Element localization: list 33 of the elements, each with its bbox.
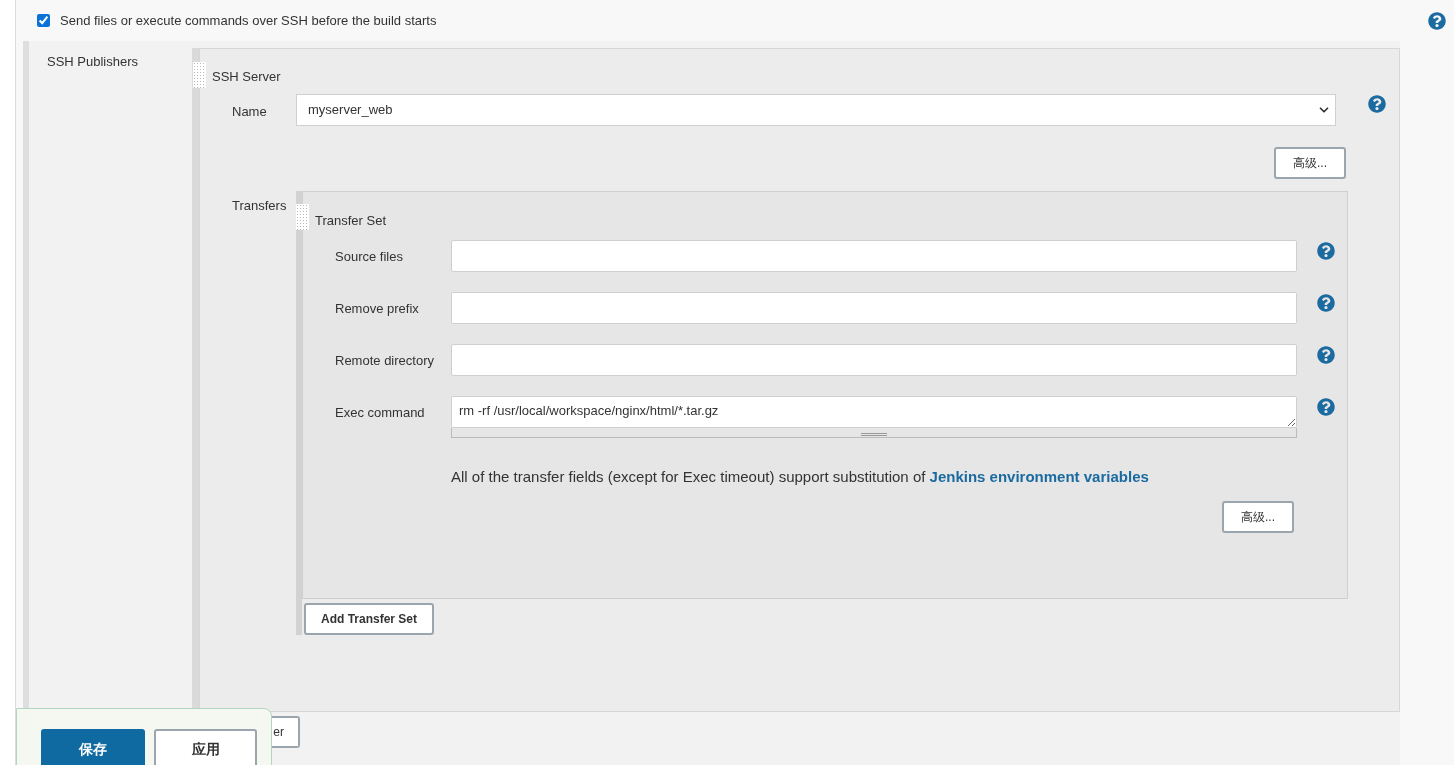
field-label: Name (232, 103, 268, 121)
panel-title: Transfer Set (315, 213, 387, 228)
help-icon[interactable] (1368, 95, 1386, 113)
checkbox[interactable] (37, 14, 50, 27)
help-icon[interactable] (1428, 11, 1446, 30)
add-server-button[interactable]: er (271, 716, 300, 748)
drag-handle-icon[interactable] (193, 62, 206, 88)
field-label: Exec command (335, 404, 426, 422)
apply-button[interactable]: 应用 (154, 729, 257, 765)
advanced-button[interactable]: 高级... (1274, 147, 1346, 179)
field-label: Transfers (232, 197, 288, 215)
field-label: Remove prefix (335, 300, 420, 318)
help-icon[interactable] (1317, 346, 1335, 364)
name-select[interactable]: myserver_web (296, 94, 1336, 126)
text-field[interactable] (451, 344, 1297, 376)
resize-grip[interactable] (451, 428, 1297, 438)
text-field[interactable] (451, 292, 1297, 324)
option-label: Send files or execute commands over SSH before the build starts (60, 11, 438, 30)
help-icon[interactable] (1317, 294, 1335, 312)
panel-title: SSH Server (212, 69, 281, 84)
help-link[interactable]: Jenkins environment variables (929, 468, 1149, 485)
section-label: SSH Publishers (47, 54, 139, 69)
help-icon[interactable] (1317, 398, 1335, 416)
help-text: All of the transfer fields (except for Exec timeout) support substitution of Jenkins environment variables (451, 467, 1150, 487)
command-textarea[interactable]: rm -rf /usr/local/workspace/nginx/html/*.tar.gz (451, 396, 1297, 428)
advanced-button[interactable]: 高级... (1222, 500, 1294, 533)
drag-handle-icon[interactable] (296, 204, 309, 230)
text-field[interactable] (451, 240, 1297, 272)
help-icon[interactable] (1317, 242, 1335, 260)
field-label: Source files (335, 248, 404, 266)
save-button[interactable]: 保存 (41, 729, 145, 765)
add-transfer-set-button[interactable]: Add Transfer Set (304, 603, 434, 635)
field-label: Remote directory (335, 352, 435, 370)
